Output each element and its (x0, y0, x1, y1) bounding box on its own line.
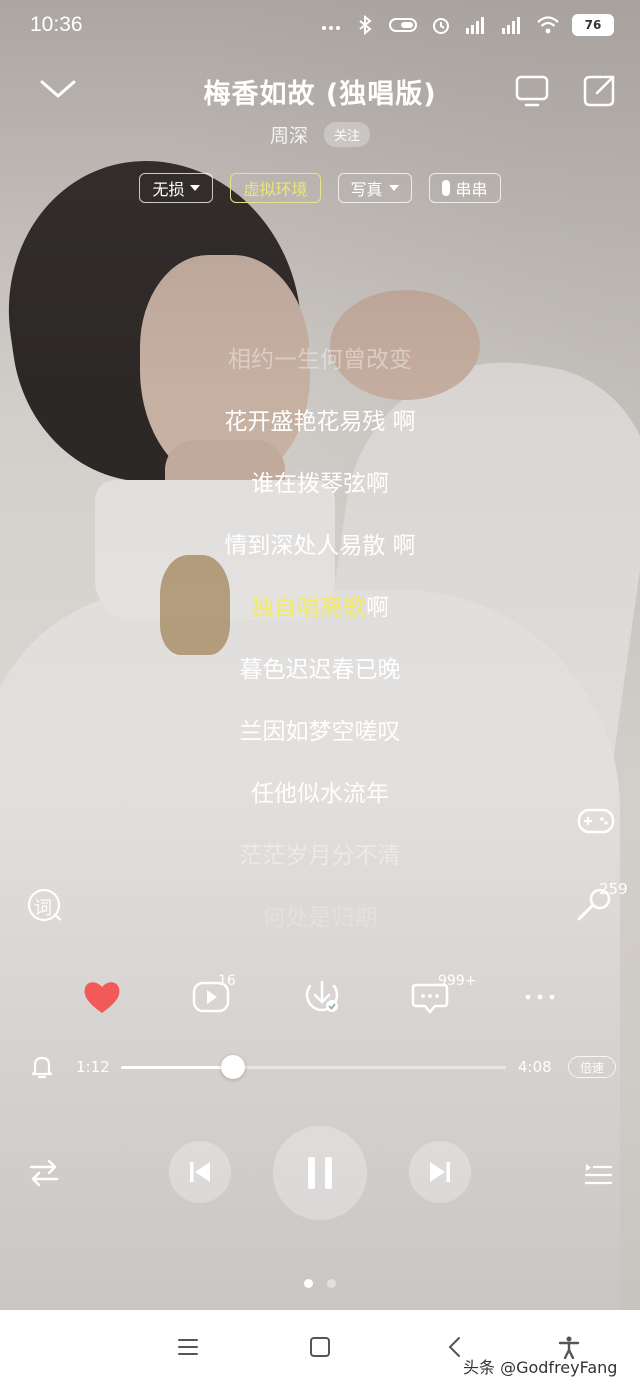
skip-next-icon (430, 1162, 450, 1182)
like-heart-icon[interactable] (80, 975, 124, 1019)
wifi-icon (537, 16, 559, 34)
virtual-surround-label: 虚拟环境 (243, 180, 308, 199)
share-icon[interactable] (580, 72, 618, 110)
status-time: 10:36 (30, 13, 83, 36)
home-square-icon[interactable] (308, 1335, 332, 1359)
lyric-line: 相约一生何曾改变 (228, 347, 412, 373)
lyric-line: 谁在拨琴弦啊 (251, 471, 389, 497)
video-count-badge: 16 (218, 973, 236, 989)
photo-label: 写真 (350, 180, 383, 199)
chuanchuan-label: 串串 (455, 180, 488, 199)
page-dot (327, 1279, 336, 1288)
battery-indicator: 76 (572, 14, 614, 36)
karaoke-count: 259 (599, 880, 628, 898)
lyric-line: 茫茫岁月分不清 (239, 843, 401, 869)
chuanchuan-button[interactable]: 串串 (428, 173, 501, 203)
pause-icon (308, 1157, 332, 1189)
photo-dropdown[interactable]: 写真 (337, 173, 412, 203)
play-pause-button[interactable] (273, 1126, 367, 1220)
lyric-line: 花开盛艳花易残 啊 (224, 409, 416, 435)
page-dot-active (304, 1279, 313, 1288)
alarm-icon (433, 18, 449, 34)
virtual-surround-toggle[interactable]: 虚拟环境 (230, 173, 321, 203)
playback-speed-button[interactable]: 倍速 (568, 1056, 616, 1078)
action-row: 16 999+ (0, 973, 640, 1021)
vibrate-icon (389, 18, 417, 32)
lyric-line: 情到深处人易散 啊 (224, 533, 416, 559)
cast-tv-icon[interactable] (513, 72, 551, 110)
lyric-current-remaining: 啊 (366, 595, 389, 621)
previous-track-button[interactable] (169, 1141, 231, 1203)
total-time: 4:08 (518, 1058, 552, 1076)
play-mode-loop-icon[interactable] (28, 1158, 60, 1188)
game-controller-icon[interactable] (576, 801, 616, 841)
lyric-line: 任他似水流年 (251, 781, 389, 807)
follow-button[interactable]: 关注 (324, 122, 371, 147)
comment-count-badge: 999+ (438, 973, 477, 989)
sleep-timer-bell-icon[interactable] (28, 1053, 56, 1081)
caret-down-icon (190, 185, 201, 191)
lyrics-icon-label: 词 (34, 898, 52, 919)
signal-icon (466, 17, 484, 34)
playlist-icon[interactable] (583, 1158, 613, 1188)
bluetooth-icon (359, 14, 372, 36)
download-icon[interactable] (300, 975, 344, 1019)
caret-down-icon (388, 185, 399, 191)
progress-track[interactable] (121, 1055, 506, 1079)
progress-fill (121, 1066, 233, 1069)
lyrics-toggle-button[interactable]: 词 (26, 886, 66, 926)
watermark-text: 头条 @GodfreyFang (463, 1358, 618, 1377)
lyrics-panel[interactable]: 相约一生何曾改变 花开盛艳花易残 啊 谁在拨琴弦啊 情到深处人易散 啊 独自唱离… (0, 337, 640, 957)
current-time: 1:12 (76, 1058, 110, 1076)
artist-row: 周深 关注 (0, 121, 640, 148)
pill-icon (441, 180, 450, 196)
quality-label: 无损 (152, 180, 185, 199)
status-bar: 10:36 76 (0, 0, 640, 52)
lyric-line: 兰因如梦空嗟叹 (239, 719, 401, 745)
lyric-line-current: 独自唱离歌啊 (0, 585, 640, 647)
progress-knob[interactable] (220, 1055, 245, 1079)
menu-icon[interactable] (176, 1335, 200, 1359)
artist-name[interactable]: 周深 (270, 121, 308, 148)
signal-hd-icon (502, 17, 520, 34)
quality-dropdown[interactable]: 无损 (139, 173, 214, 203)
lyric-line: 何处是归期 (262, 905, 378, 931)
lyric-current-sung: 独自唱离歌 (251, 595, 366, 621)
lyric-line: 暮色迟迟春已晚 (239, 657, 401, 683)
more-options-icon[interactable] (518, 975, 562, 1019)
page-indicator (0, 1279, 640, 1288)
skip-previous-icon (190, 1162, 210, 1182)
more-dots-icon (322, 26, 340, 30)
next-track-button[interactable] (409, 1141, 471, 1203)
audio-options-row: 无损 虚拟环境 写真 串串 (0, 173, 640, 203)
